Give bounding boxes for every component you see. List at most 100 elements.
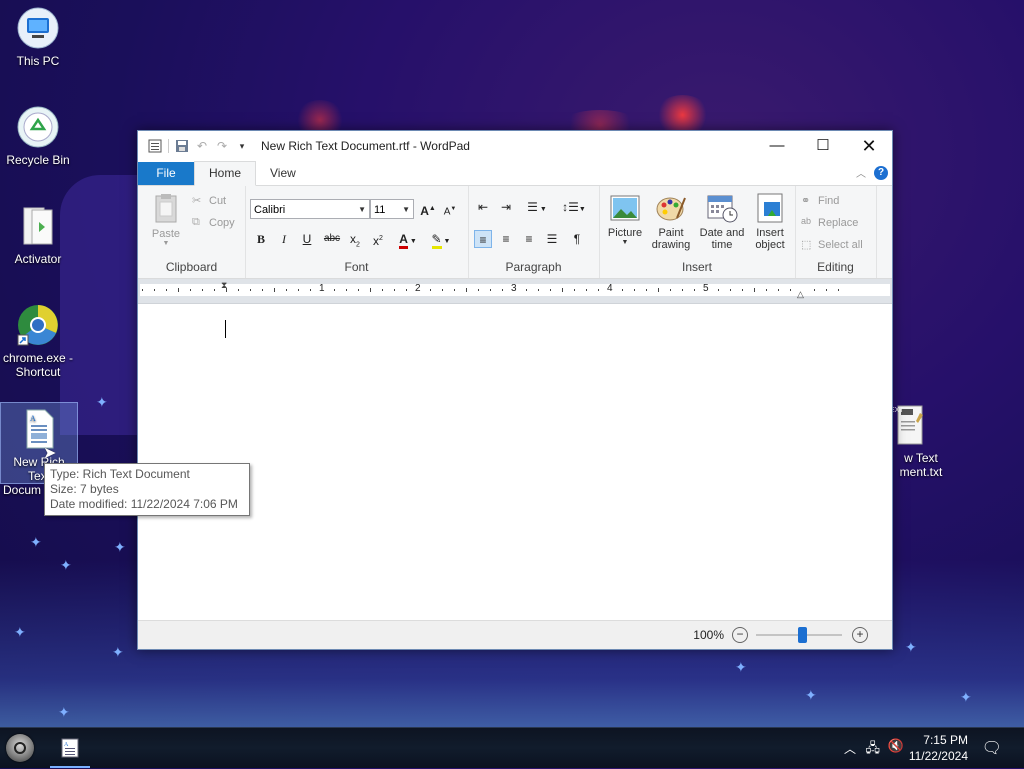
align-center-button[interactable]: ≡: [497, 230, 515, 248]
ruler-number: 5: [703, 283, 709, 294]
ruler-tick: [166, 289, 167, 291]
font-family-select[interactable]: Calibri ▼: [250, 199, 370, 219]
first-line-indent-marker[interactable]: ⧗: [221, 280, 227, 291]
ruler-tick: [394, 289, 395, 291]
bold-button[interactable]: B: [252, 230, 270, 248]
line-spacing-button[interactable]: ↕☰▼: [560, 198, 588, 216]
zoom-out-button[interactable]: −: [732, 627, 748, 643]
desktop-icon-chrome-shortcut[interactable]: chrome.exe - Shortcut: [0, 303, 76, 379]
desktop-icon-this-pc[interactable]: This PC: [0, 6, 76, 68]
show-hidden-icons-icon[interactable]: ︿: [844, 740, 856, 757]
tab-view[interactable]: View: [256, 162, 310, 185]
notifications-icon[interactable]: 🗨: [982, 738, 1002, 758]
paragraph-settings-button[interactable]: ¶: [568, 230, 586, 248]
increase-indent-button[interactable]: ⇥: [497, 198, 515, 216]
ruler-tick: [562, 288, 563, 292]
chevron-down-icon: ▼: [402, 205, 410, 214]
save-icon[interactable]: [175, 139, 189, 153]
redo-icon[interactable]: ↷: [215, 139, 229, 153]
font-size-value: 11: [374, 204, 386, 216]
shrink-font-button[interactable]: A▼: [441, 200, 459, 218]
undo-icon[interactable]: ↶: [195, 139, 209, 153]
clock[interactable]: 7:15 PM 11/22/2024: [909, 732, 968, 764]
zoom-slider-thumb[interactable]: [798, 627, 807, 643]
volume-muted-icon[interactable]: 🔇: [888, 738, 904, 754]
network-icon[interactable]: 🖧: [866, 739, 881, 761]
ruler-tick: [202, 289, 203, 291]
ruler-tick: [286, 289, 287, 291]
replace-button[interactable]: ab Replace: [801, 216, 858, 230]
copy-label: Copy: [209, 216, 235, 229]
paint-drawing-button[interactable]: Paint drawing: [648, 192, 694, 251]
group-label: Clipboard: [165, 260, 218, 274]
align-right-button[interactable]: ≡: [520, 230, 538, 248]
maximize-button[interactable]: ☐: [800, 131, 846, 161]
bullets-button[interactable]: ☰ ▼: [523, 198, 551, 216]
ruler-tick: [826, 289, 827, 291]
collapse-ribbon-icon[interactable]: ︿: [856, 165, 866, 180]
subscript-button[interactable]: x2: [346, 230, 364, 248]
paint-palette-icon: [656, 197, 686, 221]
underline-button[interactable]: U: [298, 230, 316, 248]
ruler-tick: [814, 289, 815, 291]
quick-access-toolbar: ↶ ↷ ▾: [138, 139, 249, 153]
ruler-tick: [730, 289, 731, 291]
ruler-tick: [634, 289, 635, 291]
font-size-select[interactable]: 11 ▼: [370, 199, 414, 219]
paste-button[interactable]: Paste ▼: [146, 192, 186, 247]
tab-file[interactable]: File: [138, 162, 194, 185]
ruler-tick: [238, 289, 239, 291]
ruler-tick: [526, 289, 527, 291]
tab-home[interactable]: Home: [194, 161, 257, 186]
help-icon[interactable]: ?: [874, 166, 888, 180]
desktop-icon-label: Recycle Bin: [6, 153, 70, 167]
close-button[interactable]: ✕: [846, 131, 892, 161]
decrease-indent-button[interactable]: ⇤: [474, 198, 492, 216]
ruler-tick: [646, 289, 647, 291]
desktop-icon-label-line2: Shortcut: [15, 365, 61, 379]
desktop-icon-activator[interactable]: Activator: [0, 204, 76, 266]
taskbar-wordpad-button[interactable]: A: [50, 730, 90, 768]
title-bar[interactable]: ↶ ↷ ▾ New Rich Text Document.rtf - WordP…: [138, 131, 892, 161]
zoom-in-button[interactable]: +: [852, 627, 868, 643]
ruler-tick: [478, 289, 479, 291]
zoom-percentage: 100%: [693, 628, 724, 642]
ruler-tick: [598, 289, 599, 291]
align-left-button[interactable]: ≡: [474, 230, 492, 248]
chevron-down-icon: ▼: [358, 205, 366, 214]
computer-icon: [17, 7, 59, 49]
ribbon-tabs: File Home View ︿ ?: [138, 161, 892, 186]
copy-button[interactable]: ⧉ Copy: [192, 216, 235, 230]
activator-icon: [23, 207, 53, 245]
cut-button[interactable]: ✂ Cut: [192, 194, 226, 208]
start-button[interactable]: [6, 734, 34, 762]
find-button[interactable]: ⚭ Find: [801, 194, 839, 208]
ruler[interactable]: 1 2 3 4 5 ⧗ △: [138, 279, 892, 304]
justify-button[interactable]: ☰: [543, 230, 561, 248]
desktop-icon-recycle-bin[interactable]: Recycle Bin: [0, 105, 76, 167]
insert-object-label-line2: object: [755, 239, 785, 251]
wordpad-window[interactable]: ↶ ↷ ▾ New Rich Text Document.rtf - WordP…: [137, 130, 893, 650]
font-color-button[interactable]: A ▼: [395, 230, 421, 249]
document-editor[interactable]: [138, 307, 892, 621]
italic-button[interactable]: I: [275, 230, 293, 248]
ruler-tick: [622, 289, 623, 291]
date-time-label-line2: time: [711, 239, 733, 251]
select-all-icon: ⬚: [801, 239, 812, 251]
minimize-button[interactable]: —: [754, 131, 800, 161]
select-all-button[interactable]: ⬚ Select all: [801, 238, 863, 252]
paint-label-line2: drawing: [651, 239, 691, 251]
date-time-button[interactable]: Date and time: [696, 192, 748, 251]
highlight-color-button[interactable]: ✎ ▼: [427, 230, 455, 249]
strikethrough-button[interactable]: abc: [321, 230, 343, 248]
picture-button[interactable]: Picture ▼: [604, 192, 646, 246]
insert-object-button[interactable]: Insert object: [749, 192, 791, 251]
customize-quick-access-icon[interactable]: ▾: [235, 139, 249, 153]
grow-font-button[interactable]: A▲: [419, 200, 437, 218]
date-time-label-line1: Date and: [699, 227, 745, 239]
right-indent-marker[interactable]: △: [797, 289, 804, 300]
window-title: New Rich Text Document.rtf - WordPad: [261, 139, 470, 153]
ruler-tick: [718, 289, 719, 291]
superscript-button[interactable]: x2: [369, 230, 387, 248]
desktop-icon-label-line1: chrome.exe -: [2, 351, 74, 365]
